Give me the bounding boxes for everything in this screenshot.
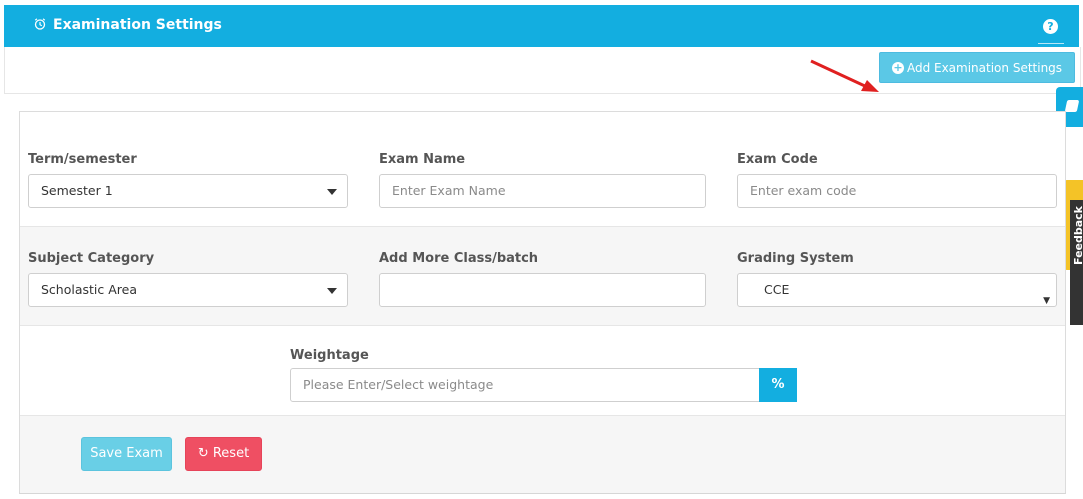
- question-circle-icon[interactable]: ?: [1043, 19, 1058, 34]
- red-arrow-annotation: [810, 59, 879, 92]
- feedback-dark-tab[interactable]: Feedback: [1070, 200, 1083, 325]
- exam-form: Term/semester Semester 1 Exam Name Enter…: [19, 111, 1066, 494]
- weightage-placeholder: Please Enter/Select weightage: [303, 377, 494, 392]
- reset-label: Reset: [212, 446, 250, 461]
- examination-settings-panel: Examination Settings ? + Add Examination…: [4, 5, 1083, 499]
- plus-circle-icon: +: [891, 60, 904, 74]
- subject-category-label: Subject Category: [28, 251, 155, 266]
- exam-name-label: Exam Name: [379, 152, 466, 167]
- chevron-down-icon: [327, 189, 337, 195]
- exam-name-input[interactable]: Enter Exam Name: [379, 174, 706, 208]
- add-more-label: Add More Class/batch: [379, 251, 539, 266]
- percent-addon[interactable]: %: [759, 368, 797, 402]
- term-select[interactable]: Semester 1: [28, 174, 348, 208]
- add-examination-settings-label: Add Examination Settings: [906, 60, 1063, 75]
- feedback-label: Feedback: [1072, 206, 1083, 265]
- form-row-1: Term/semester Semester 1 Exam Name Enter…: [20, 112, 1065, 226]
- book-icon: [1064, 100, 1080, 112]
- add-examination-settings-button[interactable]: + Add Examination Settings: [879, 52, 1075, 83]
- form-actions: Save Exam ↻ Reset: [20, 415, 1065, 493]
- page-title: Examination Settings: [53, 17, 222, 33]
- toolbar: + Add Examination Settings: [4, 47, 1081, 94]
- panel-header: Examination Settings ?: [4, 5, 1079, 47]
- weightage-label: Weightage: [290, 348, 369, 363]
- grading-value: CCE: [764, 282, 790, 297]
- reset-button[interactable]: ↻ Reset: [185, 437, 262, 471]
- exam-code-label: Exam Code: [737, 152, 818, 167]
- exam-name-placeholder: Enter Exam Name: [392, 183, 506, 198]
- alarm-clock-icon: [34, 18, 46, 30]
- grading-label: Grading System: [737, 251, 854, 266]
- term-value: Semester 1: [41, 183, 113, 198]
- refresh-icon: ↻: [197, 446, 209, 461]
- weightage-input[interactable]: Please Enter/Select weightage: [290, 368, 760, 402]
- grading-select[interactable]: CCE ▼: [737, 273, 1057, 307]
- help-underline: [1038, 43, 1064, 44]
- chevron-down-icon: ▼: [1043, 296, 1050, 306]
- term-label: Term/semester: [28, 152, 137, 167]
- subject-category-value: Scholastic Area: [41, 282, 138, 297]
- form-row-2: Subject Category Scholastic Area Add Mor…: [20, 226, 1065, 326]
- add-more-input[interactable]: [379, 273, 706, 307]
- chevron-down-icon: [327, 288, 337, 294]
- exam-code-placeholder: Enter exam code: [750, 183, 857, 198]
- form-row-3: Weightage Please Enter/Select weightage …: [20, 325, 1065, 416]
- subject-category-select[interactable]: Scholastic Area: [28, 273, 348, 307]
- save-exam-button[interactable]: Save Exam: [81, 437, 172, 471]
- exam-code-input[interactable]: Enter exam code: [737, 174, 1057, 208]
